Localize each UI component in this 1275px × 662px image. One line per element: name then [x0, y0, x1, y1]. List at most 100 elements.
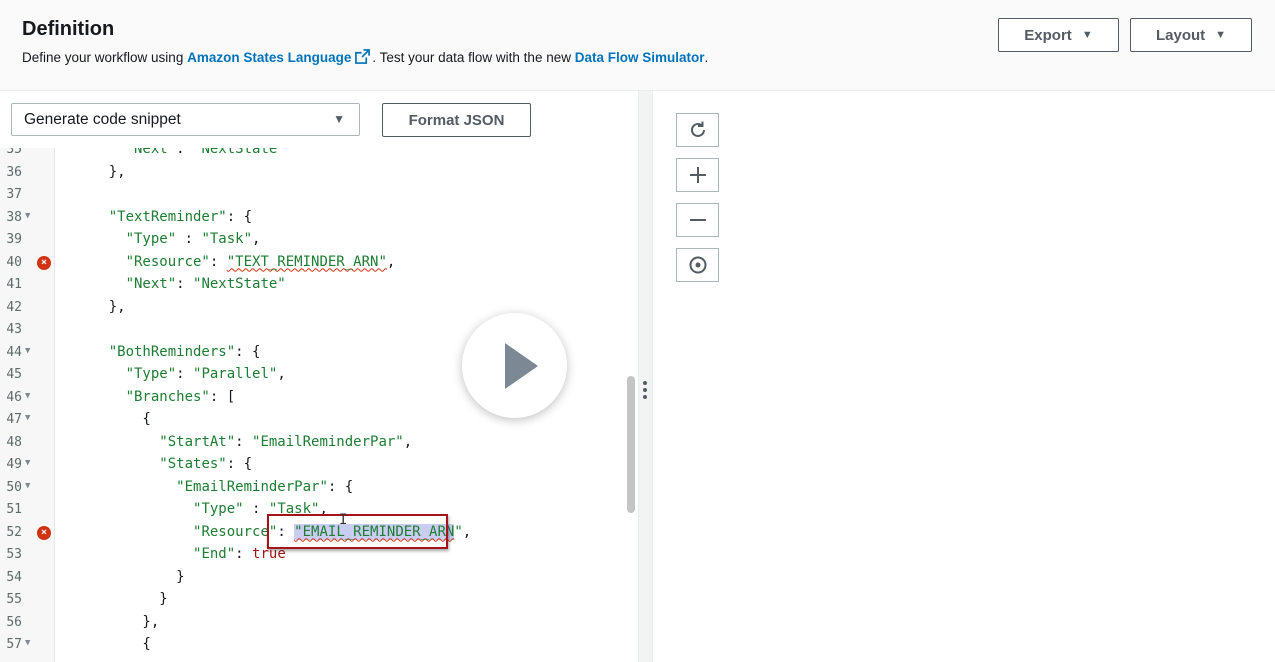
editor-scrollbar-thumb[interactable] [627, 376, 635, 513]
data-flow-simulator-link[interactable]: Data Flow Simulator [575, 50, 705, 65]
caret-down-icon: ▼ [1081, 29, 1093, 41]
line-number: 48 [6, 434, 22, 450]
subtitle-prefix: Define your workflow using [22, 50, 188, 65]
format-json-button[interactable]: Format JSON [382, 103, 531, 137]
subtitle-suffix: . [704, 50, 709, 65]
line-number: 46 [6, 389, 22, 405]
code-text[interactable]: "BothReminders": { [75, 344, 261, 360]
center-icon [689, 256, 706, 274]
code-line[interactable]: 36 }, [0, 162, 625, 185]
code-line[interactable]: 39 "Type" : "Task", [0, 229, 625, 252]
line-number: 41 [6, 277, 22, 292]
code-line[interactable]: 57 ▼ { [0, 634, 625, 657]
code-line[interactable]: 51 "Type" : "Task", [0, 499, 625, 522]
fold-toggle-icon[interactable]: ▼ [25, 346, 30, 356]
code-text[interactable]: } [75, 569, 184, 585]
code-text[interactable]: "Type" : "Task", [75, 501, 328, 517]
line-number: 40 [6, 254, 22, 270]
code-text[interactable]: "Branches": [ [75, 389, 236, 405]
code-text[interactable]: }, [75, 164, 126, 180]
pane-splitter[interactable] [638, 91, 653, 662]
line-number: 56 [6, 614, 22, 630]
zoom-in-button[interactable] [676, 158, 719, 192]
code-line[interactable]: 49 ▼ "States": { [0, 454, 625, 477]
code-text[interactable]: "Next": "NextState" [75, 148, 286, 157]
fold-toggle-icon[interactable]: ▼ [25, 413, 30, 423]
layout-button[interactable]: Layout ▼ [1130, 18, 1252, 52]
code-line[interactable]: 48 "StartAt": "EmailReminderPar", [0, 432, 625, 455]
code-text[interactable]: }, [75, 614, 159, 630]
code-line[interactable]: 53 "End": true [0, 544, 625, 567]
code-text[interactable]: "Type": "Parallel", [75, 366, 286, 382]
export-label: Export [1024, 26, 1072, 44]
code-text[interactable]: } [75, 591, 167, 607]
drag-handle-icon[interactable] [643, 381, 647, 402]
text-cursor-icon: I [339, 512, 348, 528]
line-number: 52 [6, 524, 22, 540]
code-line[interactable]: 55 } [0, 589, 625, 612]
external-link-icon[interactable] [355, 49, 371, 67]
caret-down-icon: ▼ [333, 112, 345, 126]
line-number: 51 [6, 502, 22, 517]
subtitle-mid: . Test your data flow with the new [372, 50, 575, 65]
line-number: 43 [6, 322, 22, 337]
fold-toggle-icon[interactable]: ▼ [25, 638, 30, 648]
code-text[interactable]: { [75, 411, 150, 427]
error-icon[interactable]: × [37, 525, 51, 540]
line-number: 50 [6, 479, 22, 495]
amazon-states-language-link[interactable]: Amazon States Language [187, 50, 351, 65]
line-number: 54 [6, 569, 22, 585]
refresh-icon [690, 121, 705, 137]
code-line[interactable]: 40 × "Resource": "TEXT_REMINDER_ARN", [0, 252, 625, 275]
code-text[interactable]: "Next": "NextState" [75, 276, 286, 292]
code-line[interactable]: 38 ▼ "TextReminder": { [0, 207, 625, 230]
line-number: 47 [6, 412, 22, 427]
code-line[interactable]: 56 }, [0, 612, 625, 635]
layout-label: Layout [1155, 26, 1206, 44]
code-line[interactable]: 52 × "Resource": "EMAIL_REMINDER_ARN", [0, 522, 625, 545]
code-text[interactable]: "Resource": "TEXT_REMINDER_ARN", [75, 254, 396, 270]
page-subtitle: Define your workflow using Amazon States… [22, 49, 708, 67]
code-text[interactable]: "End": true [75, 546, 286, 562]
code-text[interactable]: { [75, 636, 150, 652]
line-number: 53 [6, 547, 22, 562]
graph-pane [653, 91, 1275, 662]
fold-toggle-icon[interactable]: ▼ [25, 458, 30, 468]
refresh-graph-button[interactable] [676, 113, 719, 147]
code-text[interactable]: "Resource": "EMAIL_REMINDER_ARN", [75, 523, 471, 540]
definition-header: Definition Define your workflow using Am… [0, 0, 1275, 91]
line-number: 39 [6, 232, 22, 247]
fold-toggle-icon[interactable]: ▼ [25, 211, 30, 221]
center-graph-button[interactable] [676, 248, 719, 282]
line-number: 38 [6, 209, 22, 225]
code-line[interactable]: 50 ▼ "EmailReminderPar": { [0, 477, 625, 500]
code-line[interactable]: 41 "Next": "NextState" [0, 274, 625, 297]
error-icon[interactable]: × [37, 255, 51, 270]
line-number: 42 [6, 299, 22, 315]
fold-toggle-icon[interactable]: ▼ [25, 481, 30, 491]
minus-icon [689, 219, 706, 221]
zoom-out-button[interactable] [676, 203, 719, 237]
code-text[interactable]: "States": { [75, 456, 252, 472]
code-line[interactable]: 35 "Next": "NextState" [0, 148, 625, 162]
caret-down-icon: ▼ [1215, 29, 1227, 41]
export-button[interactable]: Export ▼ [998, 18, 1119, 52]
code-text[interactable]: "EmailReminderPar": { [75, 479, 353, 495]
line-number: 49 [6, 457, 22, 472]
line-number: 57 [6, 637, 22, 652]
code-line[interactable]: 54 } [0, 567, 625, 590]
line-number: 35 [6, 148, 22, 157]
generate-code-snippet-select[interactable]: Generate code snippet ▼ [11, 103, 360, 136]
play-video-button[interactable] [462, 313, 567, 418]
line-number: 37 [6, 187, 22, 202]
code-text[interactable]: "TextReminder": { [75, 209, 252, 225]
code-text[interactable]: }, [75, 299, 126, 315]
code-text[interactable]: "StartAt": "EmailReminderPar", [75, 434, 412, 450]
line-number: 45 [6, 367, 22, 382]
page-title: Definition [22, 18, 115, 40]
fold-toggle-icon[interactable]: ▼ [25, 391, 30, 401]
line-number: 44 [6, 344, 22, 360]
line-number: 36 [6, 164, 22, 180]
code-line[interactable]: 37 [0, 184, 625, 207]
code-text[interactable]: "Type" : "Task", [75, 231, 261, 247]
